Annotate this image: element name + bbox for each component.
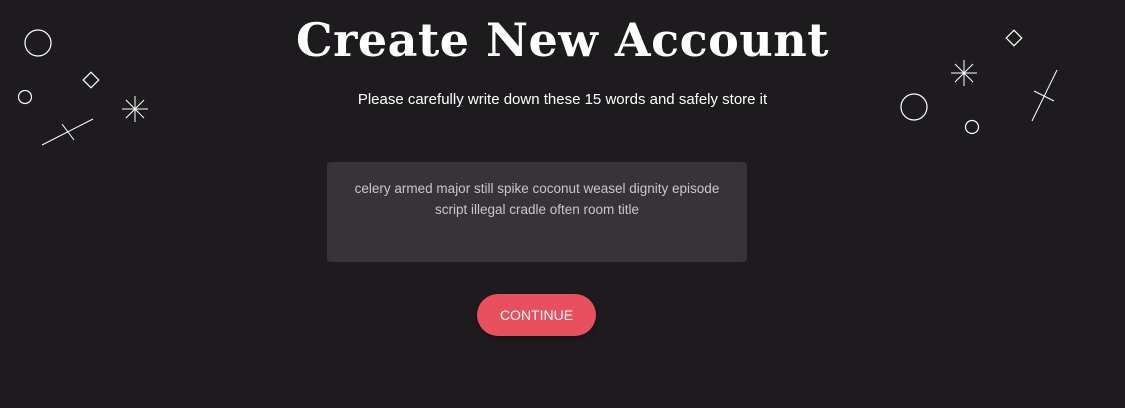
diamond-icon <box>82 71 100 89</box>
seed-phrase-box: celery armed major still spike coconut w… <box>327 162 747 262</box>
page-subtitle: Please carefully write down these 15 wor… <box>357 91 768 108</box>
continue-button[interactable]: CONTINUE <box>477 294 596 336</box>
line-icon <box>41 118 94 146</box>
circle-icon <box>964 119 980 135</box>
create-account-page: Create New Account Please carefully writ… <box>0 0 1125 408</box>
seed-phrase-text: celery armed major still spike coconut w… <box>354 181 720 217</box>
page-title: Create New Account <box>296 13 829 67</box>
